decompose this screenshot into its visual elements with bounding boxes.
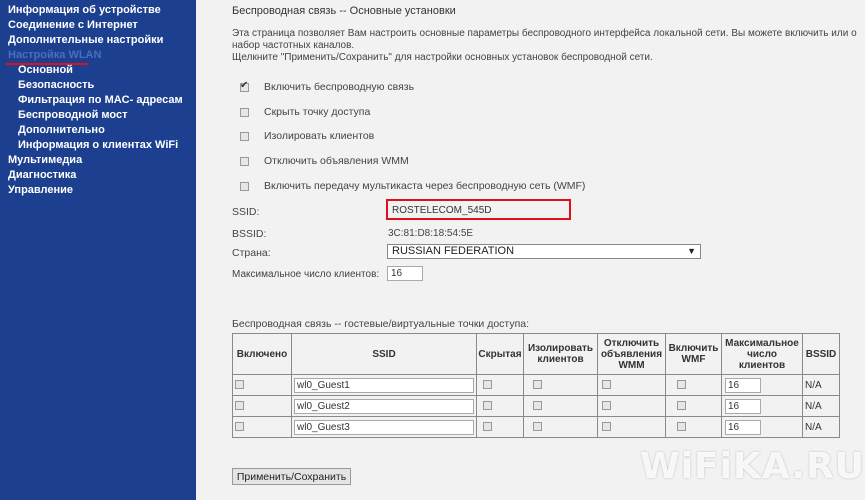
guest3-max-input[interactable]: 16: [725, 419, 761, 435]
nav-wlan-setup[interactable]: Настройка WLAN: [8, 49, 101, 61]
nav-diagnostics[interactable]: Диагностика: [8, 169, 76, 181]
header-disable-wmm: Отключить объявления WMM: [597, 333, 666, 375]
nav-management[interactable]: Управление: [8, 184, 73, 196]
header-max-clients: Максимальное число клиентов: [721, 333, 803, 375]
disable-wmm-label: Отключить объявления WMM: [264, 155, 409, 167]
nav-wlan-bridge[interactable]: Беспроводной мост: [18, 109, 128, 121]
guest-section-title: Беспроводная связь -- гостевые/виртуальн…: [232, 318, 530, 330]
hide-ap-checkbox[interactable]: [240, 108, 249, 117]
guest1-wmm-checkbox[interactable]: [602, 380, 611, 390]
guest3-isolate-checkbox[interactable]: [533, 422, 542, 432]
guest1-max-input[interactable]: 16: [725, 377, 761, 393]
nav-wlan-basic[interactable]: Основной: [18, 64, 73, 76]
enable-wmf-label: Включить передачу мультикаста через бесп…: [264, 180, 586, 192]
nav-wlan-security[interactable]: Безопасность: [18, 79, 94, 91]
guest2-ssid-input[interactable]: wl0_Guest2: [294, 398, 474, 414]
sidebar: Информация об устройстве Соединение с Ин…: [0, 0, 196, 500]
guest2-enabled-checkbox[interactable]: [235, 401, 244, 411]
nav-wlan-client-info[interactable]: Информация о клиентах WiFi: [18, 139, 178, 151]
isolate-clients-checkbox[interactable]: [240, 132, 249, 141]
hide-ap-label: Скрыть точку доступа: [264, 106, 371, 118]
dropdown-arrow-icon: ▼: [687, 246, 696, 256]
guest1-hidden-checkbox[interactable]: [483, 380, 492, 390]
guest1-isolate-checkbox[interactable]: [533, 380, 542, 390]
guest1-wmf-checkbox[interactable]: [677, 380, 686, 390]
nav-multimedia[interactable]: Мультимедиа: [8, 154, 82, 166]
guest-ap-table: Включено SSID Скрытая Изолировать клиенто…: [232, 333, 840, 438]
guest1-bssid: N/A: [802, 374, 840, 396]
watermark-logo: WiFiKA.RU: [640, 446, 864, 492]
guest3-wmf-checkbox[interactable]: [677, 422, 686, 432]
page-title: Беспроводная связь -- Основные установки: [232, 5, 456, 17]
table-row: wl0_Guest3 16 N/A: [232, 416, 840, 438]
guest2-isolate-checkbox[interactable]: [533, 401, 542, 411]
nav-internet-connection[interactable]: Соединение с Интернет: [8, 19, 138, 31]
guest3-hidden-checkbox[interactable]: [483, 422, 492, 432]
bssid-label: BSSID:: [232, 228, 267, 240]
bssid-value: 3C:81:D8:18:54:5E: [388, 228, 474, 239]
guest2-wmm-checkbox[interactable]: [602, 401, 611, 411]
nav-device-info[interactable]: Информация об устройстве: [8, 4, 161, 16]
enable-wmf-checkbox[interactable]: [240, 182, 249, 191]
header-bssid: BSSID: [802, 333, 840, 375]
max-clients-input[interactable]: 16: [387, 266, 423, 281]
guest3-enabled-checkbox[interactable]: [235, 422, 244, 432]
guest2-max-input[interactable]: 16: [725, 398, 761, 414]
ssid-label: SSID:: [232, 206, 260, 218]
header-enabled: Включено: [232, 333, 292, 375]
nav-advanced-settings[interactable]: Дополнительные настройки: [8, 34, 163, 46]
country-select-value: RUSSIAN FEDERATION: [392, 245, 515, 257]
disable-wmm-checkbox[interactable]: [240, 157, 249, 166]
enable-wireless-checkbox[interactable]: [240, 80, 249, 92]
enable-wireless-label: Включить беспроводную связь: [264, 81, 415, 93]
guest2-bssid: N/A: [802, 395, 840, 417]
guest3-ssid-input[interactable]: wl0_Guest3: [294, 419, 474, 435]
guest3-bssid: N/A: [802, 416, 840, 438]
header-ssid: SSID: [291, 333, 477, 375]
country-select[interactable]: RUSSIAN FEDERATION ▼: [387, 244, 701, 259]
guest-table-header-row: Включено SSID Скрытая Изолировать клиенто…: [232, 333, 840, 375]
ssid-highlight-box: [386, 199, 571, 220]
description-line-2: набор частотных каналов.: [232, 40, 355, 51]
country-label: Страна:: [232, 247, 271, 259]
description-line-1: Эта страница позволяет Вам настроить осн…: [232, 28, 857, 39]
table-row: wl0_Guest2 16 N/A: [232, 395, 840, 417]
max-clients-label: Максимальное число клиентов:: [232, 269, 380, 280]
header-enable-wmf: Включить WMF: [665, 333, 722, 375]
table-row: wl0_Guest1 16 N/A: [232, 374, 840, 396]
watermark-text: WiFiKA.RU: [640, 446, 865, 487]
nav-wlan-mac-filter[interactable]: Фильтрация по MAC- адресам: [18, 94, 183, 106]
guest2-hidden-checkbox[interactable]: [483, 401, 492, 411]
guest2-wmf-checkbox[interactable]: [677, 401, 686, 411]
guest3-wmm-checkbox[interactable]: [602, 422, 611, 432]
apply-save-button[interactable]: Применить/Сохранить: [232, 468, 351, 485]
description-line-3: Щелкните "Применить/Сохранить" для настр…: [232, 52, 653, 63]
isolate-clients-label: Изолировать клиентов: [264, 130, 375, 142]
header-hidden: Скрытая: [476, 333, 524, 375]
guest1-ssid-input[interactable]: wl0_Guest1: [294, 377, 474, 393]
header-isolate: Изолировать клиентов: [523, 333, 598, 375]
nav-wlan-advanced[interactable]: Дополнительно: [18, 124, 105, 136]
guest1-enabled-checkbox[interactable]: [235, 380, 244, 390]
